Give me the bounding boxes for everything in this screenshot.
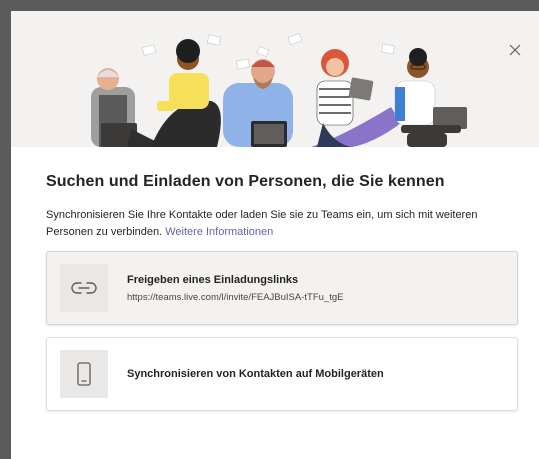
invite-people-dialog: Suchen und Einladen von Personen, die Si… [11, 11, 539, 459]
share-invite-link-title: Freigeben eines Einladungslinks [127, 274, 299, 286]
window-frame-left [0, 0, 11, 459]
close-icon[interactable] [509, 44, 521, 56]
dialog-description: Synchronisieren Sie Ihre Kontakte oder l… [46, 207, 516, 241]
dialog-title: Suchen und Einladen von Personen, die Si… [46, 173, 445, 190]
learn-more-link[interactable]: Weitere Informationen [165, 226, 273, 238]
hero-illustration [11, 11, 539, 147]
link-icon-box [60, 264, 108, 312]
sync-mobile-contacts-option[interactable]: Synchronisieren von Kontakten auf Mobilg… [46, 337, 518, 411]
mobile-phone-icon [77, 362, 91, 386]
invite-link-url: https://teams.live.com/l/invite/FEAJBuIS… [127, 292, 344, 303]
people-illustration [91, 32, 467, 147]
link-icon [71, 282, 97, 294]
close-button[interactable] [509, 44, 531, 66]
share-invite-link-option[interactable]: Freigeben eines Einladungslinks https://… [46, 251, 518, 325]
sync-mobile-contacts-title: Synchronisieren von Kontakten auf Mobilg… [127, 368, 384, 380]
window-frame-top [0, 0, 539, 11]
mobile-icon-box [60, 350, 108, 398]
